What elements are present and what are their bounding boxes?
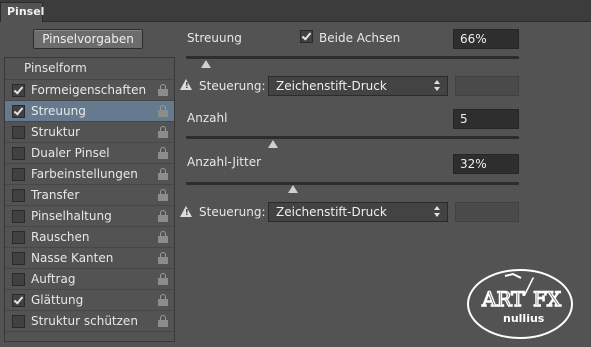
- scatter-slider-thumb[interactable]: [200, 60, 211, 68]
- lock-icon[interactable]: [157, 273, 168, 285]
- sidebar-item-label: Struktur schützen: [31, 314, 138, 328]
- count-slider-thumb[interactable]: [267, 140, 278, 148]
- count-label: Anzahl: [187, 111, 228, 125]
- both-axes-checkbox[interactable]: [300, 30, 313, 43]
- tab-pinsel[interactable]: Pinsel: [0, 2, 44, 22]
- lock-icon[interactable]: [157, 168, 168, 180]
- dropdown-arrows-icon: [434, 80, 441, 92]
- sidebar-item-label: Dualer Pinsel: [31, 146, 110, 160]
- sidebar-item-transfer[interactable]: Transfer: [5, 185, 174, 206]
- svg-text:FX: FX: [533, 287, 562, 311]
- count-jitter-control-disabled-field: [455, 202, 519, 222]
- sidebar-item-label: Struktur: [31, 125, 81, 139]
- lock-icon[interactable]: [157, 210, 168, 222]
- both-axes-label: Beide Achsen: [319, 31, 401, 45]
- count-value-field[interactable]: 5: [453, 109, 519, 129]
- warning-icon: !: [180, 206, 192, 217]
- sidebar-item-label: Rauschen: [31, 230, 90, 244]
- lock-icon[interactable]: [157, 105, 168, 117]
- checkbox[interactable]: [12, 168, 25, 181]
- svg-text:nullius: nullius: [503, 312, 545, 325]
- sidebar-item-struktur-schützen[interactable]: Struktur schützen: [5, 311, 174, 332]
- scatter-control-label: Steuerung:: [199, 79, 266, 93]
- checkbox[interactable]: [12, 273, 25, 286]
- count-jitter-value-field[interactable]: 32%: [453, 154, 519, 174]
- count-slider-track[interactable]: [186, 136, 519, 139]
- brush-presets-button[interactable]: Pinselvorgaben: [33, 29, 143, 49]
- scatter-label: Streuung: [187, 31, 242, 45]
- svg-text:ART: ART: [481, 287, 525, 311]
- lock-icon[interactable]: [157, 147, 168, 159]
- panel-tab-bar: Pinsel: [0, 0, 591, 22]
- checkbox[interactable]: [12, 189, 25, 202]
- lock-icon[interactable]: [157, 126, 168, 138]
- scatter-control-value: Zeichenstift-Druck: [276, 79, 387, 93]
- checkbox[interactable]: [12, 210, 25, 223]
- checkbox[interactable]: [12, 231, 25, 244]
- sidebar-item-label: Formeigenschaften: [31, 83, 147, 97]
- checkbox[interactable]: [12, 252, 25, 265]
- lock-icon[interactable]: [157, 252, 168, 264]
- sidebar-item-rauschen[interactable]: Rauschen: [5, 227, 174, 248]
- count-jitter-control-value: Zeichenstift-Druck: [276, 205, 387, 219]
- sidebar-item-label: Glättung: [31, 293, 84, 307]
- sidebar-item-glättung[interactable]: Glättung: [5, 290, 174, 311]
- checkbox[interactable]: [12, 147, 25, 160]
- sidebar-item-label: Streuung: [31, 104, 86, 118]
- lock-icon[interactable]: [157, 294, 168, 306]
- lock-icon[interactable]: [157, 315, 168, 327]
- sidebar-item-label: Nasse Kanten: [31, 251, 114, 265]
- sidebar-item-label: Pinselhaltung: [31, 209, 112, 223]
- artfx-watermark-logo: ART / FX nullius: [467, 269, 573, 339]
- count-jitter-slider-track[interactable]: [186, 182, 519, 185]
- sidebar-item-label: Auftrag: [31, 272, 76, 286]
- count-jitter-control-dropdown[interactable]: Zeichenstift-Druck: [268, 202, 448, 222]
- sidebar-item-label: Farbeinstellungen: [31, 167, 138, 181]
- checkmark-icon: [301, 30, 312, 41]
- checkbox[interactable]: [12, 84, 25, 97]
- dropdown-arrows-icon: [434, 206, 441, 218]
- checkbox[interactable]: [12, 315, 25, 328]
- lock-icon[interactable]: [157, 189, 168, 201]
- checkbox[interactable]: [12, 105, 25, 118]
- sidebar-item-formeigenschaften[interactable]: Formeigenschaften: [5, 80, 174, 101]
- sidebar-item-dualer-pinsel[interactable]: Dualer Pinsel: [5, 143, 174, 164]
- lock-icon[interactable]: [157, 84, 168, 96]
- checkmark-icon: [13, 294, 24, 305]
- scatter-slider-track[interactable]: [186, 56, 519, 59]
- sidebar-item-farbeinstellungen[interactable]: Farbeinstellungen: [5, 164, 174, 185]
- checkbox[interactable]: [12, 294, 25, 307]
- sidebar-item-streuung[interactable]: Streuung: [5, 101, 174, 122]
- checkmark-icon: [13, 84, 24, 95]
- count-jitter-control-label: Steuerung:: [199, 205, 266, 219]
- warning-icon: !: [180, 79, 192, 90]
- count-jitter-slider-thumb[interactable]: [287, 185, 298, 193]
- scatter-control-dropdown[interactable]: Zeichenstift-Druck: [268, 76, 448, 96]
- lock-icon[interactable]: [157, 231, 168, 243]
- checkbox[interactable]: [12, 126, 25, 139]
- scatter-value-field[interactable]: 66%: [453, 29, 519, 49]
- sidebar-item-pinselhaltung[interactable]: Pinselhaltung: [5, 206, 174, 227]
- scatter-control-disabled-field: [455, 76, 519, 96]
- sidebar-item-auftrag[interactable]: Auftrag: [5, 269, 174, 290]
- sidebar-item-label: Transfer: [31, 188, 80, 202]
- checkmark-icon: [13, 105, 24, 116]
- brush-settings-sidebar: Pinselform Formeigenschaften Streuung Stru…: [4, 57, 175, 342]
- sidebar-item-brush-tip-shape[interactable]: Pinselform: [5, 58, 174, 80]
- count-jitter-label: Anzahl-Jitter: [187, 155, 262, 169]
- sidebar-item-struktur[interactable]: Struktur: [5, 122, 174, 143]
- sidebar-item-nasse-kanten[interactable]: Nasse Kanten: [5, 248, 174, 269]
